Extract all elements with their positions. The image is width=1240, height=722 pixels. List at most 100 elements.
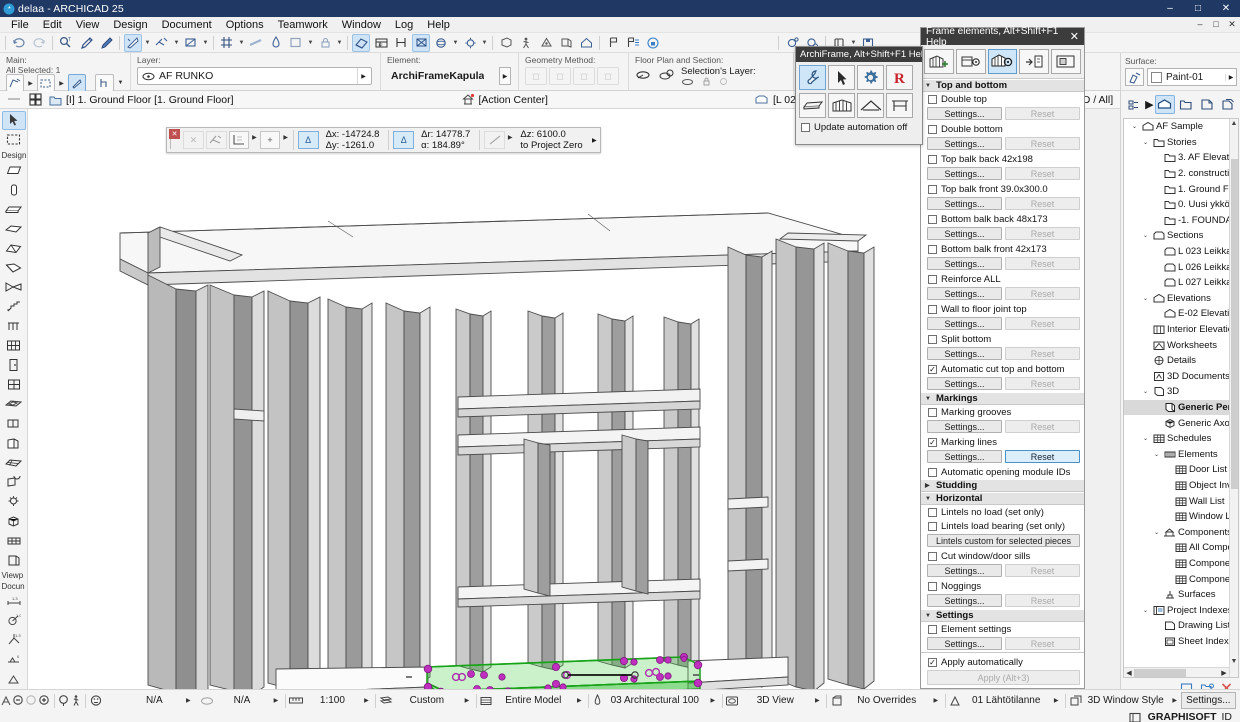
- zoom-previous-icon[interactable]: [25, 691, 38, 710]
- bottom-balk-front-settings-button[interactable]: Settings...: [927, 257, 1002, 270]
- grid-element-tool[interactable]: [2, 531, 26, 550]
- doc-close-button[interactable]: ✕: [1224, 19, 1240, 30]
- tree-item-l-026-leikkaus-aut[interactable]: L 026 Leikkaus (Aut: [1124, 259, 1238, 275]
- tracker-coord-dropdown[interactable]: ▶: [250, 128, 258, 146]
- tracker-x-button[interactable]: ✕: [183, 131, 204, 149]
- wrench-icon[interactable]: [799, 65, 826, 90]
- menu-view[interactable]: View: [69, 17, 107, 33]
- bottom-balk-back-settings-button[interactable]: Settings...: [927, 227, 1002, 240]
- split-bottom-row[interactable]: Split bottom: [921, 332, 1084, 346]
- chevron-down-icon-8[interactable]: ▼: [480, 40, 489, 46]
- tree-item-all-components[interactable]: All Components: [1124, 540, 1238, 556]
- menu-options[interactable]: Options: [219, 17, 271, 33]
- publisher-sets-tab[interactable]: [1218, 95, 1238, 114]
- maximize-button[interactable]: □: [1184, 0, 1212, 17]
- status-penset-name-arrow[interactable]: ▶: [707, 697, 719, 704]
- lock-icon[interactable]: [316, 34, 334, 52]
- status-penset-cell[interactable]: N/A ▶: [126, 691, 194, 710]
- align-icon[interactable]: [153, 34, 171, 52]
- layer-combobox[interactable]: AF RUNKO ▶: [137, 67, 372, 85]
- current-story-tab[interactable]: [I] 1. Ground Floor [1. Ground Floor]: [42, 91, 240, 109]
- magic-wand-icon[interactable]: [124, 33, 142, 52]
- panel-tab[interactable]: [1051, 49, 1081, 74]
- project-map-tree[interactable]: ⌄ AF Sample ⌄ Stories 3. AF Elevations2. con…: [1123, 118, 1239, 678]
- status-window-style-arrow[interactable]: ▶: [1169, 697, 1181, 704]
- status-graphic-override-arrow[interactable]: ▶: [1050, 697, 1062, 704]
- update-automation-checkbox-row[interactable]: Update automation off: [796, 118, 922, 133]
- menu-design[interactable]: Design: [106, 17, 154, 33]
- tracker-field-z[interactable]: Δz: 6100.0 to Project Zero: [514, 128, 588, 152]
- explore-status-icon[interactable]: [89, 691, 103, 710]
- 3d-view-icon[interactable]: [352, 33, 370, 52]
- chevron-down-icon-tree[interactable]: ⌄: [1152, 529, 1161, 536]
- syringe-icon[interactable]: [97, 34, 115, 52]
- reinforce-all-checkbox[interactable]: [928, 275, 937, 284]
- tree-item-3d-documents[interactable]: 3D Documents: [1124, 369, 1238, 385]
- automatic-cut-top-bottom-checkbox[interactable]: ✓: [928, 365, 937, 374]
- tree-item-door-list[interactable]: Door List: [1124, 462, 1238, 478]
- cut-window-door-sills-checkbox[interactable]: [928, 552, 937, 561]
- layout-flag-icon[interactable]: [624, 34, 642, 52]
- status-structure-arrow[interactable]: ▶: [461, 697, 473, 704]
- reinforce-all-settings-button[interactable]: Settings...: [927, 287, 1002, 300]
- window-style-icon[interactable]: [1069, 691, 1083, 710]
- floorplan-display-icon[interactable]: [635, 68, 653, 84]
- tree-item-0-uusi-ykk-nen[interactable]: 0. Uusi ykkönen: [1124, 197, 1238, 213]
- morph-tool[interactable]: [2, 278, 26, 297]
- menu-log[interactable]: Log: [388, 17, 420, 33]
- edit-selection-button[interactable]: [6, 74, 24, 92]
- frame-elements-close-icon[interactable]: ✕: [1070, 30, 1079, 43]
- marking-lines-settings-button[interactable]: Settings...: [927, 450, 1002, 463]
- noggings-row[interactable]: Noggings: [921, 579, 1084, 593]
- tree-item-project-indexes[interactable]: ⌄ Project Indexes: [1124, 602, 1238, 618]
- wall-to-floor-joint-top-settings-button[interactable]: Settings...: [927, 317, 1002, 330]
- tree-item-generic-axonometr[interactable]: Generic Axonometr: [1124, 415, 1238, 431]
- double-bottom-checkbox[interactable]: [928, 125, 937, 134]
- tree-scroll-left-arrow[interactable]: ◀: [1124, 669, 1134, 677]
- object-tool[interactable]: [2, 434, 26, 453]
- apply-automatically-row[interactable]: ✓ Apply automatically: [921, 655, 1084, 669]
- tracker-field-xy[interactable]: Δx: -14724.8 Δy: -1261.0: [320, 128, 386, 152]
- walk-icon[interactable]: [517, 34, 535, 52]
- scale-icon[interactable]: [288, 691, 304, 710]
- chevron-down-icon-tree[interactable]: ⌄: [1141, 607, 1150, 614]
- object-settings-dropdown[interactable]: ▼: [116, 74, 125, 92]
- eyedropper-icon[interactable]: [77, 34, 95, 52]
- automatic-cut-top-bottom-row[interactable]: ✓ Automatic cut top and bottom: [921, 362, 1084, 376]
- marking-grooves-row[interactable]: Marking grooves: [921, 405, 1084, 419]
- menu-help[interactable]: Help: [420, 17, 457, 33]
- tracker-angle-snap-button[interactable]: [205, 131, 227, 149]
- bottom-balk-back-row[interactable]: Bottom balk back 48x173: [921, 212, 1084, 226]
- element-settings-checkbox[interactable]: [928, 625, 937, 634]
- structure-icon[interactable]: [379, 691, 393, 710]
- tree-item-3d[interactable]: ⌄ 3D: [1124, 384, 1238, 400]
- tree-item-details[interactable]: Details: [1124, 353, 1238, 369]
- geometry-method-4-button[interactable]: ◻: [597, 67, 619, 85]
- chevron-down-icon-6[interactable]: ▼: [335, 40, 344, 46]
- geometry-method-3-button[interactable]: ◻: [573, 67, 595, 85]
- locbar-handle[interactable]: [0, 91, 28, 109]
- marquee-3d-icon[interactable]: [497, 34, 515, 52]
- tracker-delta-xy-toggle[interactable]: Δ: [297, 131, 319, 149]
- element-settings-row[interactable]: Element settings: [921, 622, 1084, 636]
- beam-icon[interactable]: [799, 93, 826, 118]
- add-frame-elements-tab[interactable]: [924, 49, 954, 74]
- chevron-down-icon-tree[interactable]: ⌄: [1141, 388, 1150, 395]
- tree-scroll-right-arrow[interactable]: ▶: [1219, 669, 1229, 677]
- gear-icon[interactable]: [857, 65, 884, 90]
- elevation-dimension-tool[interactable]: [2, 669, 26, 688]
- measure-icon[interactable]: [182, 34, 200, 52]
- menu-document[interactable]: Document: [155, 17, 219, 33]
- tree-hscroll-thumb[interactable]: [1134, 668, 1186, 677]
- bottom-balk-back-checkbox[interactable]: [928, 215, 937, 224]
- tile-windows-icon[interactable]: [28, 93, 42, 107]
- tree-item-af-sample[interactable]: ⌄ AF Sample: [1124, 119, 1238, 135]
- graphic-override-icon[interactable]: [948, 691, 962, 710]
- tree-item-1-foundation[interactable]: -1. FOUNDATION: [1124, 213, 1238, 229]
- lintels-load-bearing-row[interactable]: Lintels load bearing (set only): [921, 519, 1084, 533]
- redo-icon[interactable]: [30, 34, 48, 52]
- floor-plan-icon[interactable]: 12: [372, 34, 390, 52]
- tracker-plus-dropdown[interactable]: ▶: [281, 128, 289, 146]
- renovation-override-icon[interactable]: [830, 691, 844, 710]
- radial-dimension-tool[interactable]: 1.0: [2, 611, 26, 630]
